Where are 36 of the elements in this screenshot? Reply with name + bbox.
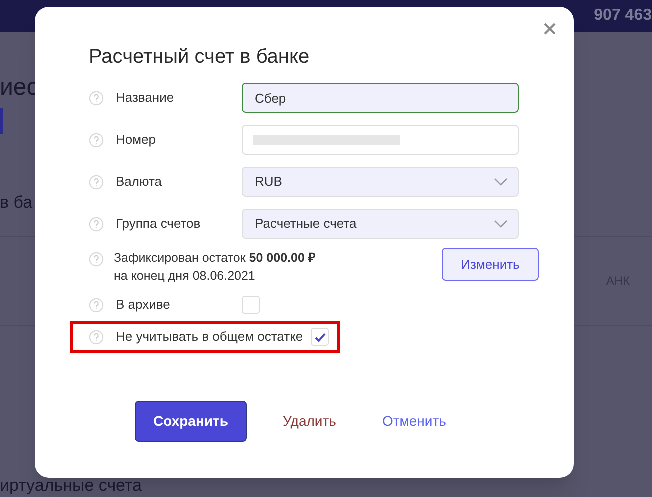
help-icon[interactable] (89, 330, 104, 344)
balance-text: Зафиксирован остаток 50 000.00 ₽ (114, 250, 316, 267)
checkbox[interactable] (242, 296, 260, 314)
help-icon[interactable] (89, 298, 104, 312)
checkbox-label: Не учитывать в общем остатке (116, 328, 304, 346)
change-button[interactable]: Изменить (442, 248, 539, 281)
balance-date: на конец дня 08.06.2021 (114, 268, 256, 285)
help-icon[interactable] (89, 90, 104, 106)
dropdown-value: Расчетные счета (255, 215, 357, 234)
dialog-title: Расчетный счет в банке (89, 47, 311, 67)
dropdown-field[interactable]: RUB (242, 167, 519, 197)
field-label: Название (116, 89, 176, 108)
cancel-button[interactable]: Отменить (372, 401, 456, 442)
input-field[interactable] (242, 125, 519, 155)
field-label: Валюта (116, 173, 163, 192)
balance-amount: 907 463 (594, 6, 652, 26)
section-heading: иртуальные счета (0, 476, 142, 496)
field-label: Номер (116, 131, 158, 150)
checkbox-label: В архиве (116, 296, 172, 314)
section-heading: в ба (0, 192, 33, 214)
checkmark-icon (314, 332, 326, 342)
help-icon[interactable] (89, 174, 104, 190)
field-label: Группа счетов (116, 215, 202, 234)
help-icon[interactable] (89, 132, 104, 148)
tab-marker (0, 108, 3, 134)
input-field[interactable]: Сбер (242, 83, 519, 113)
save-button[interactable]: Сохранить (135, 401, 247, 442)
close-icon (544, 23, 556, 35)
dropdown-value: RUB (255, 173, 282, 192)
checkbox[interactable] (311, 328, 330, 346)
help-icon[interactable] (89, 216, 104, 232)
dropdown-field[interactable]: Расчетные счета (242, 209, 519, 239)
delete-button[interactable]: Удалить (273, 401, 346, 442)
help-icon[interactable] (89, 252, 104, 267)
chevron-down-icon (494, 220, 508, 228)
chevron-down-icon (494, 178, 508, 186)
